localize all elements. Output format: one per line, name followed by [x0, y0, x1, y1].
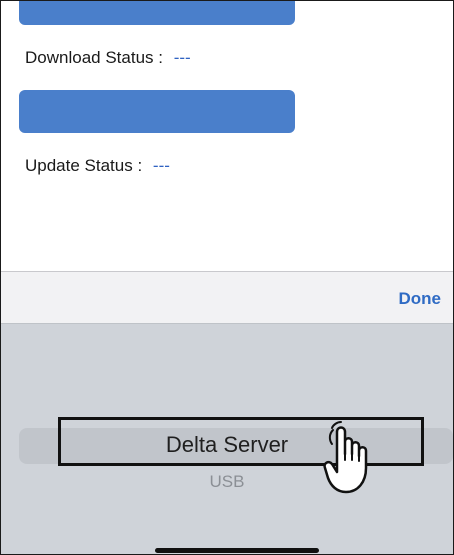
- home-indicator: [155, 548, 319, 553]
- update-status-value: ---: [152, 156, 170, 175]
- download-status-row: Download Status : ---: [25, 48, 191, 68]
- screen: Download Status : --- Update Status : --…: [0, 0, 454, 555]
- download-status-value: ---: [173, 48, 191, 67]
- done-button[interactable]: Done: [399, 289, 442, 309]
- update-status-row: Update Status : ---: [25, 156, 170, 176]
- source-picker[interactable]: Delta Server USB: [1, 323, 453, 554]
- update-button[interactable]: [19, 90, 295, 133]
- download-status-label: Download Status :: [25, 48, 163, 67]
- picker-toolbar: Done: [1, 271, 453, 324]
- update-status-label: Update Status :: [25, 156, 143, 175]
- download-button[interactable]: [19, 1, 295, 25]
- picker-option-delta-server[interactable]: Delta Server: [1, 432, 453, 458]
- picker-option-usb[interactable]: USB: [1, 472, 453, 492]
